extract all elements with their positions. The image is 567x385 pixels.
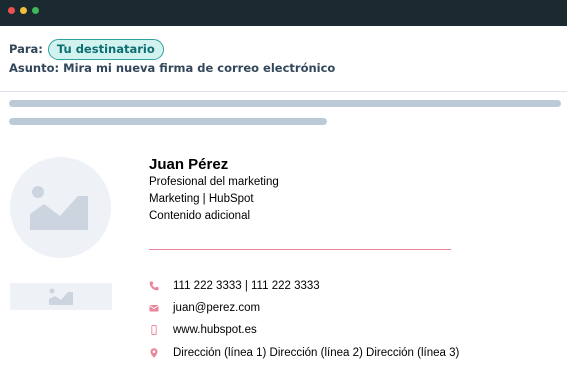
mobile-icon	[149, 325, 159, 335]
website-text[interactable]: www.hubspot.es	[173, 324, 257, 336]
contact-phone: 111 222 3333 | 111 222 3333	[149, 277, 320, 295]
phone-icon	[149, 281, 159, 291]
contact-email: juan@perez.com	[149, 299, 260, 317]
recipient-chip[interactable]: Tu destinatario	[47, 38, 164, 60]
avatar	[10, 157, 111, 258]
address-text: Dirección (línea 1) Dirección (línea 2) …	[173, 347, 460, 359]
envelope-icon	[149, 303, 159, 313]
subject-field: Asunto: Mira mi nueva firma de correo el…	[9, 61, 335, 77]
image-placeholder-icon	[49, 288, 73, 305]
image-placeholder-icon	[30, 186, 88, 230]
body-placeholder-line	[9, 118, 327, 125]
maximize-window-button[interactable]	[32, 7, 39, 14]
email-text[interactable]: juan@perez.com	[173, 302, 260, 314]
subject-label: Asunto:	[9, 61, 60, 75]
signature-company: Marketing | HubSpot	[149, 193, 254, 205]
subject-text[interactable]: Mira mi nueva firma de correo electrónic…	[63, 61, 335, 77]
signature-additional: Contenido adicional	[149, 210, 251, 222]
signature-divider	[149, 249, 451, 250]
header-divider	[0, 91, 567, 92]
to-label: Para:	[9, 42, 43, 56]
contact-address: Dirección (línea 1) Dirección (línea 2) …	[149, 344, 459, 362]
to-field: Para: Tu destinatario	[9, 38, 164, 60]
phone-text[interactable]: 111 222 3333 | 111 222 3333	[173, 280, 320, 292]
signature-job-title: Profesional del marketing	[149, 176, 279, 188]
company-logo	[10, 283, 112, 310]
minimize-window-button[interactable]	[20, 7, 27, 14]
window-titlebar	[0, 0, 567, 26]
location-pin-icon	[149, 348, 159, 358]
signature-name: Juan Pérez	[149, 156, 229, 173]
contact-website: www.hubspot.es	[149, 321, 257, 339]
body-placeholder-line	[9, 100, 561, 107]
close-window-button[interactable]	[8, 7, 15, 14]
